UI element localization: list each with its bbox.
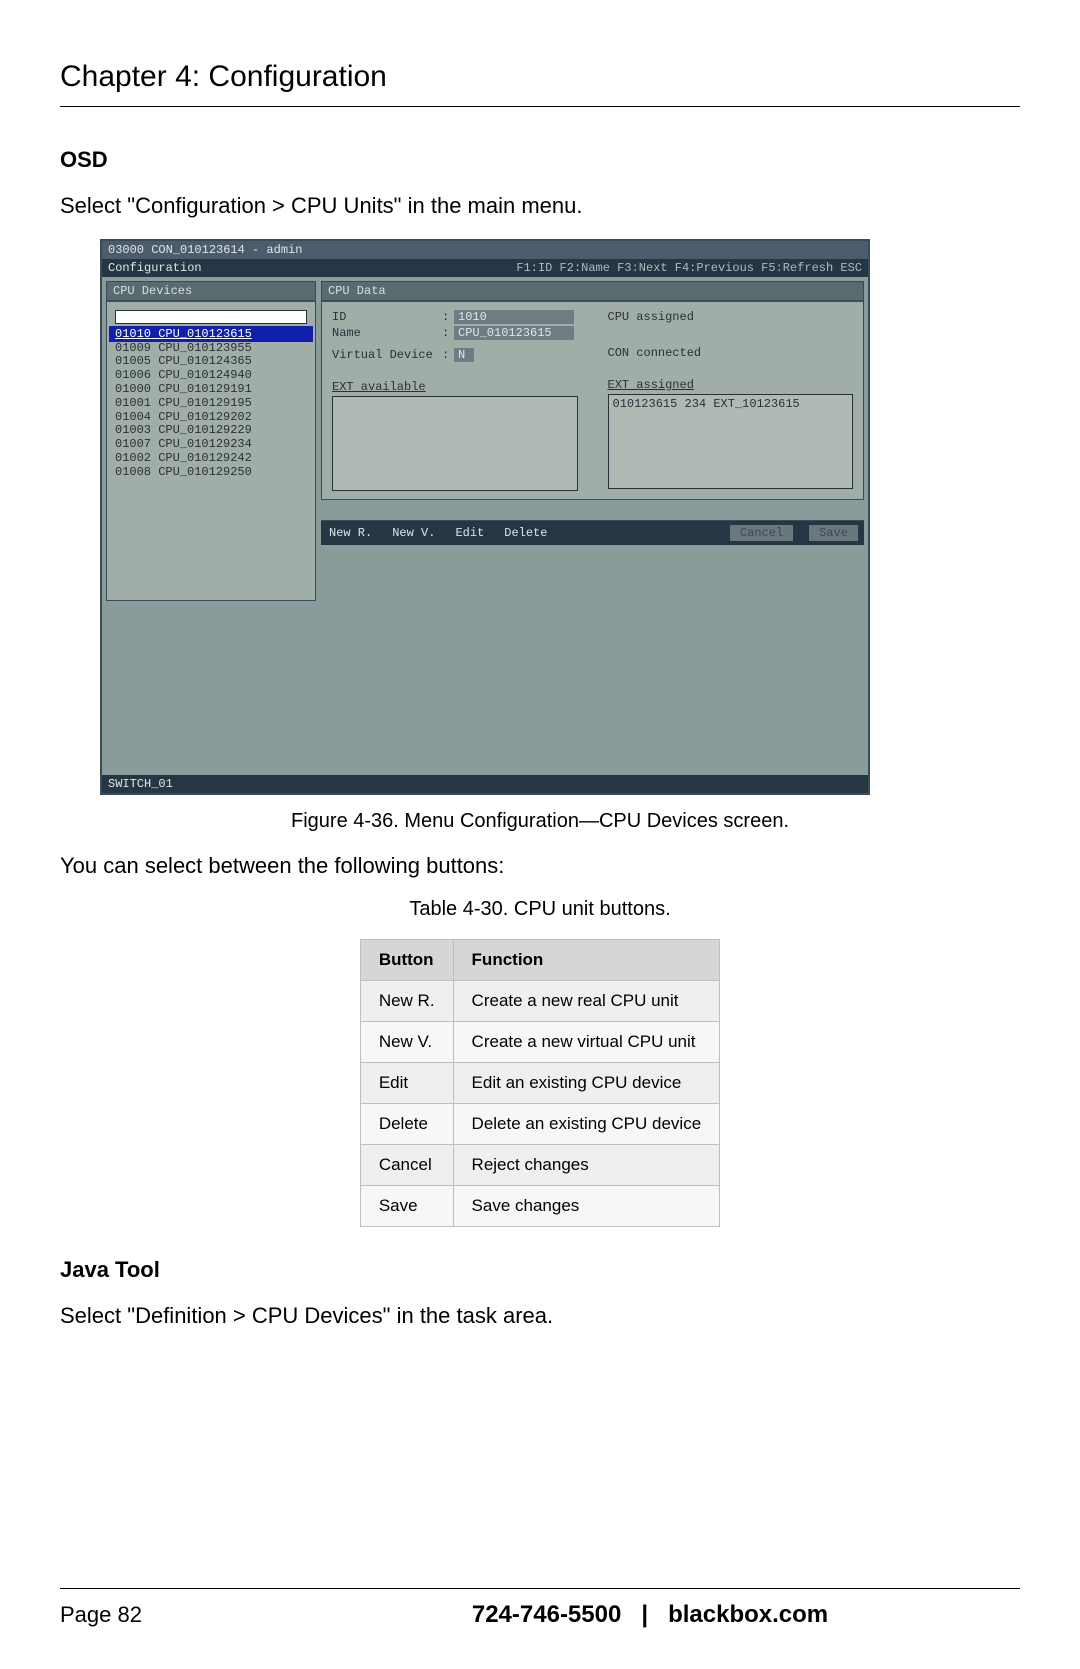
ext-available-label: EXT available <box>332 380 578 394</box>
ext-available-box[interactable] <box>332 396 578 491</box>
id-value[interactable]: 1010 <box>454 310 574 324</box>
figure-caption: Figure 4-36. Menu Configuration—CPU Devi… <box>60 810 1020 833</box>
ext-assigned-label: EXT assigned <box>608 378 854 392</box>
osd-section-title: OSD <box>60 147 1020 173</box>
osd-topbar-right: F1:ID F2:Name F3:Next F4:Previous F5:Ref… <box>516 261 862 275</box>
list-item[interactable]: 01005 CPU_010124365 <box>109 355 313 369</box>
list-item[interactable]: 01003 CPU_010129229 <box>109 424 313 438</box>
table-row: New R.Create a new real CPU unit <box>360 981 719 1022</box>
name-label: Name <box>332 326 442 340</box>
chapter-title: Chapter 4: Configuration <box>60 60 1020 107</box>
id-label: ID <box>332 310 442 324</box>
osd-topbar: Configuration F1:ID F2:Name F3:Next F4:P… <box>102 259 868 277</box>
th-function: Function <box>453 940 720 981</box>
page-footer: Page 82 724-746-5500 | blackbox.com <box>60 1588 1020 1629</box>
cpu-devices-panel-title: CPU Devices <box>106 281 316 301</box>
osd-titlebar: 03000 CON_010123614 - admin <box>102 241 868 259</box>
table-row: EditEdit an existing CPU device <box>360 1063 719 1104</box>
list-item[interactable]: 01007 CPU_010129234 <box>109 438 313 452</box>
edit-button[interactable]: Edit <box>453 525 486 541</box>
table-row: SaveSave changes <box>360 1186 719 1227</box>
between-text: You can select between the following but… <box>60 851 1020 881</box>
list-search-input[interactable] <box>115 310 307 324</box>
osd-screen: 03000 CON_010123614 - admin Configuratio… <box>100 239 870 795</box>
th-button: Button <box>360 940 453 981</box>
cpu-unit-buttons-table: Button Function New R.Create a new real … <box>360 939 720 1227</box>
save-button[interactable]: Save <box>809 525 858 541</box>
table-row: New V.Create a new virtual CPU unit <box>360 1022 719 1063</box>
con-connected-label: CON connected <box>608 346 854 360</box>
list-item[interactable]: 01000 CPU_010129191 <box>109 383 313 397</box>
cpu-data-area: ID : 1010 Name : CPU_010123615 <box>321 301 864 500</box>
vdev-value[interactable]: N <box>454 348 474 362</box>
cancel-button[interactable]: Cancel <box>730 525 793 541</box>
cpu-devices-list[interactable]: 01010 CPU_010123615 01009 CPU_010123955 … <box>106 301 316 601</box>
list-item[interactable]: 01004 CPU_010129202 <box>109 411 313 425</box>
new-r-button[interactable]: New R. <box>327 525 374 541</box>
osd-empty-area <box>102 605 868 775</box>
osd-intro: Select "Configuration > CPU Units" in th… <box>60 191 1020 221</box>
footer-contact: 724-746-5500 | blackbox.com <box>280 1601 1020 1629</box>
list-item[interactable]: 01001 CPU_010129195 <box>109 397 313 411</box>
list-item[interactable]: 01009 CPU_010123955 <box>109 342 313 356</box>
osd-figure: 03000 CON_010123614 - admin Configuratio… <box>100 239 1020 795</box>
page-number: Page 82 <box>60 1602 280 1628</box>
list-item[interactable]: 01008 CPU_010129250 <box>109 466 313 480</box>
table-caption: Table 4-30. CPU unit buttons. <box>60 898 1020 921</box>
list-item[interactable]: 01002 CPU_010129242 <box>109 452 313 466</box>
new-v-button[interactable]: New V. <box>390 525 437 541</box>
list-item-selected[interactable]: 01010 CPU_010123615 <box>109 326 313 342</box>
osd-topbar-left: Configuration <box>108 261 202 275</box>
cpu-assigned-label: CPU assigned <box>608 310 854 324</box>
osd-button-row: New R. New V. Edit Delete Cancel Save <box>321 520 864 545</box>
table-row: CancelReject changes <box>360 1145 719 1186</box>
delete-button[interactable]: Delete <box>502 525 549 541</box>
ext-assigned-box[interactable]: 010123615 234 EXT_10123615 <box>608 394 854 489</box>
java-tool-intro: Select "Definition > CPU Devices" in the… <box>60 1301 1020 1331</box>
name-value[interactable]: CPU_010123615 <box>454 326 574 340</box>
java-tool-section-title: Java Tool <box>60 1257 1020 1283</box>
ext-assigned-value: 010123615 234 EXT_10123615 <box>613 397 800 411</box>
table-row: DeleteDelete an existing CPU device <box>360 1104 719 1145</box>
osd-status-bar: SWITCH_01 <box>102 775 868 793</box>
cpu-data-panel-title: CPU Data <box>321 281 864 301</box>
vdev-label: Virtual Device <box>332 348 442 362</box>
list-item[interactable]: 01006 CPU_010124940 <box>109 369 313 383</box>
